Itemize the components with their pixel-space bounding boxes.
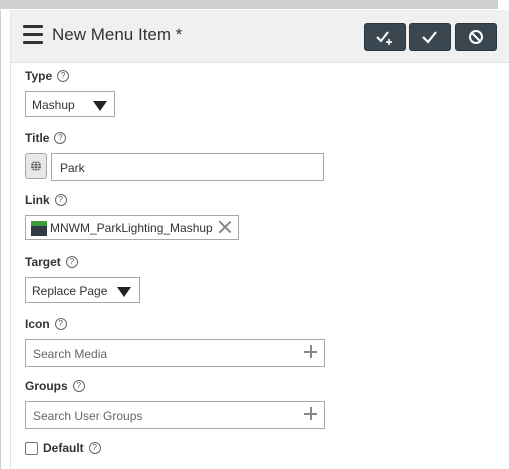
help-icon[interactable]: ? [57, 70, 70, 82]
link-chip[interactable]: MNWM_ParkLighting_Mashup [25, 215, 239, 240]
save-button[interactable] [409, 23, 451, 51]
cancel-button[interactable] [455, 23, 497, 51]
hamburger-menu-icon[interactable] [23, 25, 43, 45]
mashup-icon [31, 221, 47, 236]
search-media-placeholder: Search Media [33, 347, 108, 361]
help-icon[interactable]: ? [72, 380, 85, 392]
type-select[interactable]: Mashup [25, 91, 115, 117]
save-and-new-button[interactable] [364, 23, 406, 51]
check-plus-icon [376, 31, 392, 45]
top-strip [0, 0, 509, 10]
help-icon[interactable]: ? [65, 256, 78, 268]
title-input-value: Park [60, 161, 85, 175]
page-title: New Menu Item * [52, 25, 183, 44]
left-divider [0, 10, 1, 469]
default-label-text: Default [43, 441, 84, 455]
chevron-down-icon [117, 287, 131, 297]
top-strip-bar [0, 0, 498, 9]
target-label: Target ? [25, 255, 78, 269]
cancel-icon [469, 30, 483, 44]
title-label: Title ? [25, 131, 67, 145]
search-user-groups-placeholder: Search User Groups [33, 409, 143, 423]
globe-icon [31, 160, 41, 172]
left-divider-inner [10, 10, 11, 469]
target-label-text: Target [25, 255, 61, 269]
default-checkbox[interactable] [25, 442, 38, 455]
title-input[interactable]: Park [51, 153, 324, 181]
icon-label: Icon ? [25, 317, 67, 331]
type-label: Type ? [25, 69, 70, 83]
plus-icon[interactable] [304, 344, 318, 358]
help-icon[interactable]: ? [54, 318, 67, 330]
check-icon [422, 31, 437, 44]
icon-label-text: Icon [25, 317, 50, 331]
chevron-down-icon [93, 101, 107, 111]
link-chip-label: MNWM_ParkLighting_Mashup [50, 221, 213, 235]
search-media-input[interactable]: Search Media [25, 339, 325, 367]
link-label: Link ? [25, 193, 67, 207]
editor-header: New Menu Item * [11, 10, 509, 63]
plus-icon[interactable] [304, 406, 318, 420]
type-label-text: Type [25, 69, 53, 83]
groups-label: Groups ? [25, 379, 85, 393]
link-label-text: Link [25, 193, 50, 207]
title-label-text: Title [25, 131, 50, 145]
close-icon[interactable] [218, 220, 232, 234]
target-select-value: Replace Page [32, 284, 108, 298]
search-user-groups-input[interactable]: Search User Groups [25, 401, 325, 429]
type-select-value: Mashup [32, 98, 75, 112]
help-icon[interactable]: ? [54, 194, 67, 206]
default-label: Default ? [43, 441, 101, 455]
localization-button[interactable] [25, 153, 47, 179]
help-icon[interactable]: ? [88, 442, 101, 454]
groups-label-text: Groups [25, 379, 68, 393]
target-select[interactable]: Replace Page [25, 277, 140, 303]
help-icon[interactable]: ? [54, 132, 67, 144]
